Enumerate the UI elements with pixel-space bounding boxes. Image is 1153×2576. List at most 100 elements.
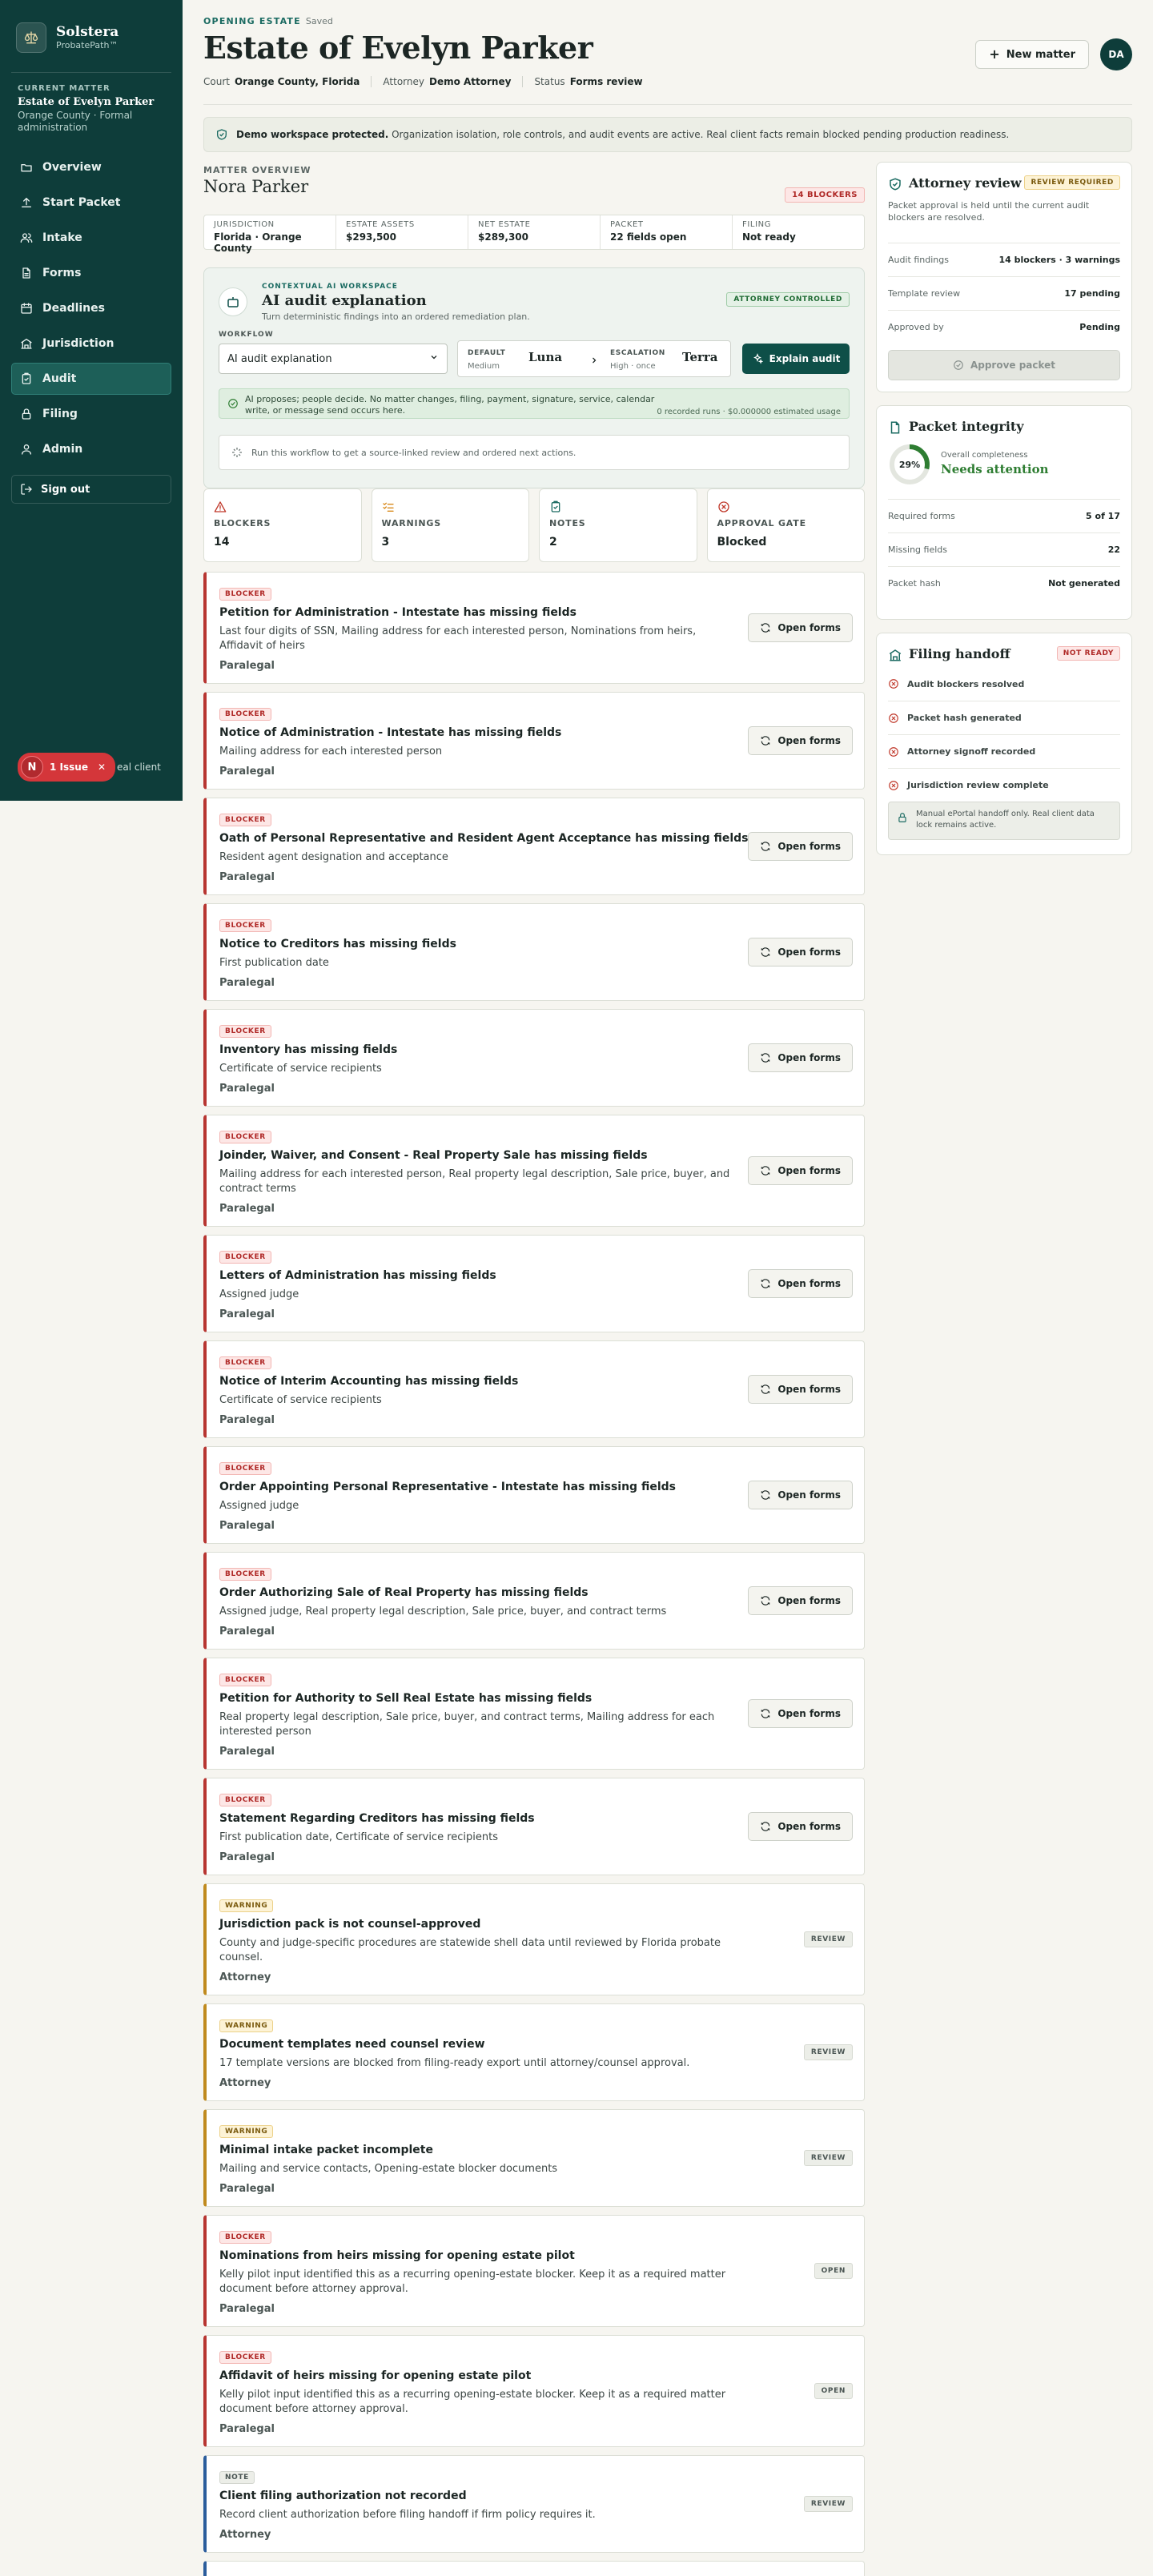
saved-status: Saved	[305, 16, 333, 26]
sign-out-button[interactable]: Sign out	[11, 475, 171, 504]
review-required-badge: REVIEW REQUIRED	[1024, 175, 1120, 190]
fact-filing: FILING Not ready	[733, 215, 864, 249]
sparkles-icon	[753, 353, 763, 364]
finding-status-pill[interactable]: OPEN	[814, 2263, 853, 2279]
shield-check-icon	[888, 177, 902, 195]
finding-tag: BLOCKER	[219, 1251, 271, 1264]
issue-indicator[interactable]: N 1 Issue ✕	[18, 753, 116, 782]
chevron-right-icon	[589, 353, 599, 368]
findings-list: BLOCKER Petition for Administration - Int…	[203, 572, 865, 2576]
stat-notes: NOTES 2	[539, 488, 697, 562]
finding-owner: Paralegal	[219, 977, 275, 989]
ai-workspace-card: CONTEXTUAL AI WORKSPACE AI audit explana…	[203, 267, 865, 488]
sidebar-item-label: Overview	[42, 161, 102, 174]
sparkle-icon	[232, 448, 242, 457]
finding-card: BLOCKER Order Appointing Personal Represe…	[203, 1446, 865, 1544]
open-forms-button[interactable]: Open forms	[748, 1586, 853, 1615]
sidebar-item-start-packet[interactable]: Start Packet	[11, 187, 171, 219]
open-forms-button[interactable]: Open forms	[748, 1043, 853, 1072]
finding-status-pill[interactable]: REVIEW	[803, 2044, 853, 2060]
clipboard-icon	[549, 500, 562, 516]
sidebar-item-deadlines[interactable]: Deadlines	[11, 292, 171, 324]
finding-card: BLOCKER Notice to Creditors has missing f…	[203, 903, 865, 1001]
finding-tag: BLOCKER	[219, 588, 271, 601]
default-key: DEFAULT	[468, 349, 506, 357]
chevron-down-icon	[429, 352, 439, 365]
open-forms-button[interactable]: Open forms	[748, 1699, 853, 1728]
finding-tag: WARNING	[219, 2019, 274, 2032]
finding-card: BLOCKER Petition for Authority to Sell Re…	[203, 1658, 865, 1770]
finding-status-pill[interactable]: REVIEW	[803, 1931, 853, 1947]
open-forms-button[interactable]: Open forms	[748, 613, 853, 642]
explain-audit-button[interactable]: Explain audit	[742, 344, 850, 374]
brand[interactable]: Solstera ProbatePath™	[0, 0, 183, 58]
sidebar-item-jurisdiction[interactable]: Jurisdiction	[11, 328, 171, 360]
fact-key: JURISDICTION	[214, 220, 275, 229]
sidebar-item-filing[interactable]: Filing	[11, 398, 171, 430]
explain-audit-label: Explain audit	[769, 353, 841, 364]
sidebar-item-forms[interactable]: Forms	[11, 257, 171, 289]
eyebrow-text: OPENING ESTATE	[203, 16, 301, 26]
sidebar-item-overview[interactable]: Overview	[11, 151, 171, 183]
open-forms-label: Open forms	[777, 1489, 841, 1501]
circle-x-icon	[888, 780, 899, 791]
handoff-check-item: Jurisdiction review complete	[888, 768, 1120, 802]
row-value: Not generated	[1048, 578, 1120, 589]
refresh-icon	[761, 1053, 770, 1063]
open-forms-button[interactable]: Open forms	[748, 1375, 853, 1404]
sidebar-item-admin[interactable]: Admin	[11, 433, 171, 465]
open-forms-button[interactable]: Open forms	[748, 938, 853, 967]
row-key: Packet hash	[888, 578, 941, 589]
open-forms-button[interactable]: Open forms	[748, 832, 853, 861]
sidebar-item-intake[interactable]: Intake	[11, 222, 171, 254]
overall-label: Overall completeness	[941, 451, 1028, 460]
stat-label: NOTES	[549, 518, 586, 528]
circle-x-icon	[888, 678, 899, 689]
overview-label: MATTER OVERVIEW	[203, 165, 311, 175]
attorney-review-title: Attorney review	[909, 175, 1022, 191]
refresh-icon	[761, 1490, 770, 1500]
check-circle-icon	[227, 398, 239, 412]
finding-title: Minimal intake packet incomplete	[219, 2144, 433, 2156]
sidebar-item-audit[interactable]: Audit	[11, 363, 171, 395]
workflow-select[interactable]: AI audit explanation	[219, 344, 448, 374]
handoff-check-item: Audit blockers resolved	[888, 667, 1120, 701]
finding-card: BLOCKER Joinder, Waiver, and Consent - Re…	[203, 1115, 865, 1227]
finding-desc: Kelly pilot input identified this as a r…	[219, 2389, 726, 2415]
finding-owner: Attorney	[219, 1971, 271, 1983]
finding-card: BLOCKER Affidavit of heirs missing for op…	[203, 2335, 865, 2447]
finding-owner: Paralegal	[219, 1851, 275, 1863]
open-forms-button[interactable]: Open forms	[748, 1269, 853, 1298]
open-forms-button[interactable]: Open forms	[748, 1812, 853, 1841]
finding-owner: Attorney	[219, 2529, 271, 2541]
avatar[interactable]: DA	[1100, 38, 1132, 70]
finding-owner: Paralegal	[219, 1414, 275, 1426]
finding-card: NOTEPacket hash not generatedGenerate a …	[203, 2561, 865, 2576]
stat-label: APPROVAL GATE	[717, 518, 806, 528]
not-ready-badge: NOT READY	[1056, 646, 1120, 661]
finding-tag: WARNING	[219, 1899, 274, 1912]
approve-packet-button[interactable]: Approve packet	[888, 350, 1120, 380]
finding-status-pill[interactable]: REVIEW	[803, 2496, 853, 2512]
finding-card: WARNING Jurisdiction pack is not counsel-…	[203, 1883, 865, 1995]
finding-card: NOTE Client filing authorization not reco…	[203, 2455, 865, 2553]
open-forms-button[interactable]: Open forms	[748, 726, 853, 755]
shield-check-icon	[217, 129, 227, 140]
finding-status-pill[interactable]: OPEN	[814, 2383, 853, 2399]
sidebar-item-label: Admin	[42, 443, 83, 456]
usage-text: 0 recorded runs · $0.000000 estimated us…	[657, 408, 841, 416]
new-matter-button[interactable]: + New matter	[975, 40, 1089, 69]
open-forms-button[interactable]: Open forms	[748, 1156, 853, 1185]
finding-title: Jurisdiction pack is not counsel-approve…	[219, 1918, 481, 1931]
review-row: Approved by Pending	[888, 310, 1120, 344]
finding-card: BLOCKER Order Authorizing Sale of Real Pr…	[203, 1552, 865, 1650]
finding-title: Affidavit of heirs missing for opening e…	[219, 2369, 532, 2382]
attorney-review-panel: Attorney review REVIEW REQUIRED Packet a…	[876, 162, 1132, 392]
open-forms-button[interactable]: Open forms	[748, 1481, 853, 1509]
integrity-row: Missing fields 22	[888, 532, 1120, 566]
close-icon[interactable]: ✕	[98, 762, 106, 773]
finding-card: BLOCKER Petition for Administration - Int…	[203, 572, 865, 684]
integrity-row: Packet hash Not generated	[888, 566, 1120, 600]
finding-status-pill[interactable]: REVIEW	[803, 2150, 853, 2166]
fact-packet: PACKET 22 fields open	[601, 215, 733, 249]
